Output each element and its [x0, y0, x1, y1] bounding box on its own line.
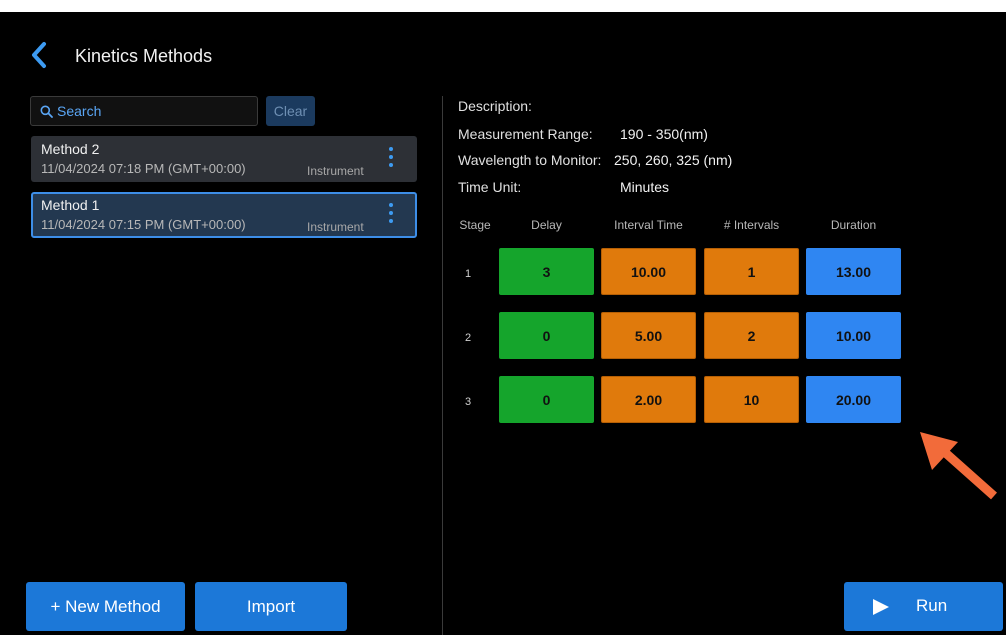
interval-time-cell[interactable]: 10.00: [601, 248, 696, 295]
method-list-item-selected[interactable]: Method 1 11/04/2024 07:15 PM (GMT+00:00)…: [31, 192, 417, 238]
new-method-button[interactable]: + New Method: [26, 582, 185, 631]
search-box[interactable]: [30, 96, 258, 126]
method-name: Method 1: [41, 197, 100, 213]
duration-cell[interactable]: 10.00: [806, 312, 901, 359]
search-input[interactable]: [57, 97, 252, 125]
more-options-icon[interactable]: [387, 147, 395, 171]
wavelength-label: Wavelength to Monitor:: [458, 152, 602, 168]
method-name: Method 2: [41, 141, 100, 157]
annotation-arrow-icon: [920, 432, 997, 500]
delay-cell[interactable]: 0: [499, 312, 594, 359]
delay-cell[interactable]: 3: [499, 248, 594, 295]
interval-time-cell[interactable]: 2.00: [601, 376, 696, 423]
method-date: 11/04/2024 07:18 PM (GMT+00:00): [41, 161, 246, 176]
method-list-item[interactable]: Method 2 11/04/2024 07:18 PM (GMT+00:00)…: [31, 136, 417, 182]
wavelength-value: 250, 260, 325 (nm): [614, 152, 733, 168]
header-stage: Stage: [459, 218, 491, 232]
header-intervals: # Intervals: [723, 218, 780, 232]
intervals-cell[interactable]: 10: [704, 376, 799, 423]
stage-number: 2: [464, 332, 472, 344]
time-unit-label: Time Unit:: [458, 179, 522, 195]
method-source: Instrument: [307, 220, 364, 234]
header-duration: Duration: [830, 218, 877, 232]
run-label: Run: [916, 596, 948, 615]
more-options-icon[interactable]: [387, 203, 395, 227]
play-icon: [873, 599, 889, 615]
chevron-left-icon[interactable]: [28, 41, 50, 69]
delay-cell[interactable]: 0: [499, 376, 594, 423]
stage-number: 3: [464, 396, 472, 408]
duration-cell[interactable]: 13.00: [806, 248, 901, 295]
header-interval-time: Interval Time: [614, 218, 683, 232]
time-unit-value: Minutes: [620, 179, 670, 195]
search-icon: [40, 105, 53, 118]
intervals-cell[interactable]: 1: [704, 248, 799, 295]
panel-divider: [442, 96, 443, 635]
app-screen: Kinetics Methods Clear Method 2 11/04/20…: [0, 12, 1006, 635]
intervals-cell[interactable]: 2: [704, 312, 799, 359]
duration-cell[interactable]: 20.00: [806, 376, 901, 423]
stage-number: 1: [464, 268, 472, 280]
method-source: Instrument: [307, 164, 364, 178]
header-delay: Delay: [531, 218, 562, 232]
page-title: Kinetics Methods: [75, 46, 213, 66]
interval-time-cell[interactable]: 5.00: [601, 312, 696, 359]
method-date: 11/04/2024 07:15 PM (GMT+00:00): [41, 217, 246, 232]
description-label: Description:: [458, 98, 532, 114]
measurement-range-value: 190 - 350(nm): [620, 126, 708, 142]
import-button[interactable]: Import: [195, 582, 347, 631]
run-button[interactable]: Run: [844, 582, 1003, 631]
measurement-range-label: Measurement Range:: [458, 126, 593, 142]
clear-button[interactable]: Clear: [266, 96, 315, 126]
